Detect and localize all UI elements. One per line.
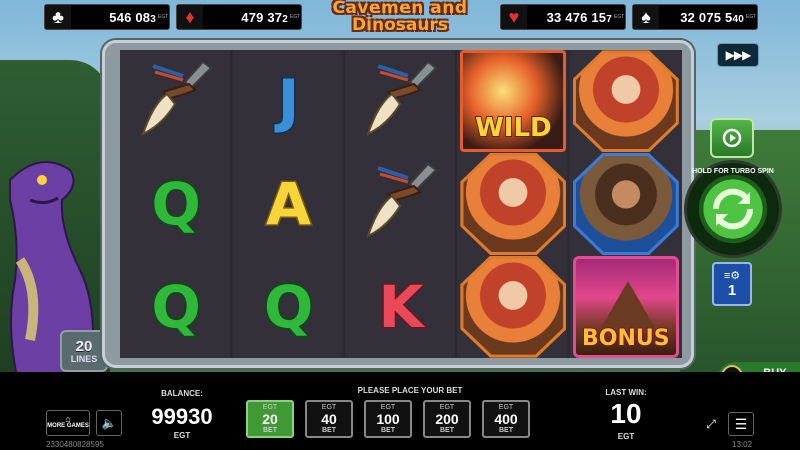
autoplay-icon <box>722 128 742 148</box>
symbol-q: Q <box>150 168 202 239</box>
reel-5-row-1 <box>570 50 682 153</box>
balance-currency: EGT <box>173 431 191 440</box>
bet-button-20[interactable]: EGT 20 BET <box>246 400 294 438</box>
home-icon: ⌂ <box>65 414 71 424</box>
reel-1-row-1 <box>120 50 232 153</box>
fullscreen-button[interactable]: ⤢ <box>698 412 724 436</box>
game-logo: Cavemen and Dinosaurs <box>304 0 496 40</box>
logo-line-2: Dinosaurs <box>352 15 448 35</box>
reel-5-row-2 <box>570 152 682 256</box>
reel-4-row-2 <box>457 152 569 256</box>
session-id: 2330480828595 <box>46 440 104 449</box>
bet-label: BET <box>499 426 513 434</box>
jackpot-brand: EGT <box>746 14 757 20</box>
bet-label: BET <box>440 426 454 434</box>
bet-label: BET <box>263 426 277 434</box>
reel-5-row-3: BONUS <box>570 255 682 358</box>
jackpot-value: 546 083 <box>109 9 156 25</box>
reel-grid: J WILD Q A Q Q K BONUS <box>120 50 682 358</box>
bet-button-200[interactable]: EGT 200 BET <box>423 400 471 438</box>
bet-amount: 40 <box>321 410 337 427</box>
fullscreen-icon: ⤢ <box>706 416 716 431</box>
reel-2-row-3: Q <box>232 255 344 358</box>
reel-2-row-1: J <box>232 50 344 153</box>
balance-label: BALANCE: <box>161 389 203 398</box>
symbol-j: J <box>276 66 301 137</box>
bet-label: BET <box>322 426 336 434</box>
spades-icon: ♠ <box>633 5 659 29</box>
bet-selector: EGT 20 BET EGT 40 BET EGT 100 BET EGT 200 BET EGT 400… <box>246 400 546 438</box>
paylines-text: LINES <box>70 353 98 364</box>
symbol-cavewoman <box>460 255 567 358</box>
reel-3-row-3: K <box>345 255 457 358</box>
reel-1-row-3: Q <box>120 255 232 358</box>
jackpot-value: 32 075 540 <box>680 9 744 25</box>
jackpot-brand: EGT <box>158 14 169 20</box>
lines-settings-icon: ≡⚙ <box>723 270 741 282</box>
symbol-bonus: BONUS <box>572 255 679 358</box>
skip-animation-button[interactable]: ▶▶▶ <box>717 43 759 67</box>
clock: 13:02 <box>732 440 753 449</box>
paylines-count: 20 <box>75 337 93 355</box>
bet-button-400[interactable]: EGT 400 BET <box>482 400 530 438</box>
spin-arrows-icon <box>712 188 754 230</box>
jackpot-spades: ♠ 32 075 540 EGT <box>632 4 758 30</box>
jackpot-value: 33 476 157 <box>546 9 612 25</box>
reel-3-row-1 <box>345 50 457 153</box>
bet-amount: 20 <box>262 410 278 427</box>
symbol-q: Q <box>150 271 202 342</box>
symbol-tooth-knife <box>133 54 219 149</box>
jackpot-brand: EGT <box>614 14 625 20</box>
jackpot-value: 479 372 <box>241 9 288 25</box>
last-win-value: 10 <box>610 398 642 429</box>
symbol-cavewoman <box>572 50 679 153</box>
diamonds-icon: ♦ <box>177 5 203 29</box>
symbol-q: Q <box>262 271 314 342</box>
hearts-icon: ♥ <box>501 5 527 29</box>
bet-amount: 400 <box>494 410 518 427</box>
last-win-label: LAST WIN: <box>605 388 647 397</box>
lines-selector[interactable]: ≡⚙ 1 <box>712 262 752 306</box>
jackpot-clubs: ♣ 546 083 EGT <box>44 4 170 30</box>
reel-3-row-2 <box>345 153 457 256</box>
hamburger-icon: ☰ <box>734 415 748 432</box>
balance-value: 99930 <box>151 404 213 429</box>
symbol-k: K <box>377 271 425 342</box>
symbol-cavewoman <box>460 152 567 255</box>
clubs-icon: ♣ <box>45 5 71 29</box>
bet-label: BET <box>381 426 395 434</box>
bet-amount: 100 <box>376 410 400 427</box>
sound-button[interactable]: 🔈 <box>96 410 122 436</box>
bet-prompt: PLEASE PLACE YOUR BET <box>357 386 463 395</box>
paylines-badge: 20 LINES <box>60 330 108 372</box>
symbol-caveman <box>572 152 679 255</box>
bet-button-40[interactable]: EGT 40 BET <box>305 400 353 438</box>
reel-2-row-2: A <box>232 153 344 256</box>
turbo-spin-hint: HOLD FOR TURBO SPIN <box>692 168 774 175</box>
reel-1-row-2: Q <box>120 153 232 256</box>
symbol-wild: WILD <box>460 50 567 153</box>
more-games-button[interactable]: ⌂ MORE GAMES <box>46 410 90 436</box>
speaker-icon: 🔈 <box>101 416 117 430</box>
symbol-a: A <box>265 168 313 239</box>
reel-4-row-1: WILD <box>457 50 569 153</box>
reel-4-row-3 <box>457 255 569 358</box>
jackpot-brand: EGT <box>290 14 301 20</box>
autoplay-button[interactable] <box>710 118 754 158</box>
symbol-tooth-knife <box>358 54 444 149</box>
bet-button-100[interactable]: EGT 100 BET <box>364 400 412 438</box>
more-games-label: MORE GAMES <box>47 423 89 429</box>
symbol-tooth-knife <box>358 156 444 251</box>
jackpot-diamonds: ♦ 479 372 EGT <box>176 4 302 30</box>
bet-amount: 200 <box>435 410 459 427</box>
lines-selector-value: 1 <box>727 282 737 299</box>
jackpot-hearts: ♥ 33 476 157 EGT <box>500 4 626 30</box>
last-win-currency: EGT <box>617 432 635 441</box>
menu-button[interactable]: ☰ <box>728 412 754 436</box>
